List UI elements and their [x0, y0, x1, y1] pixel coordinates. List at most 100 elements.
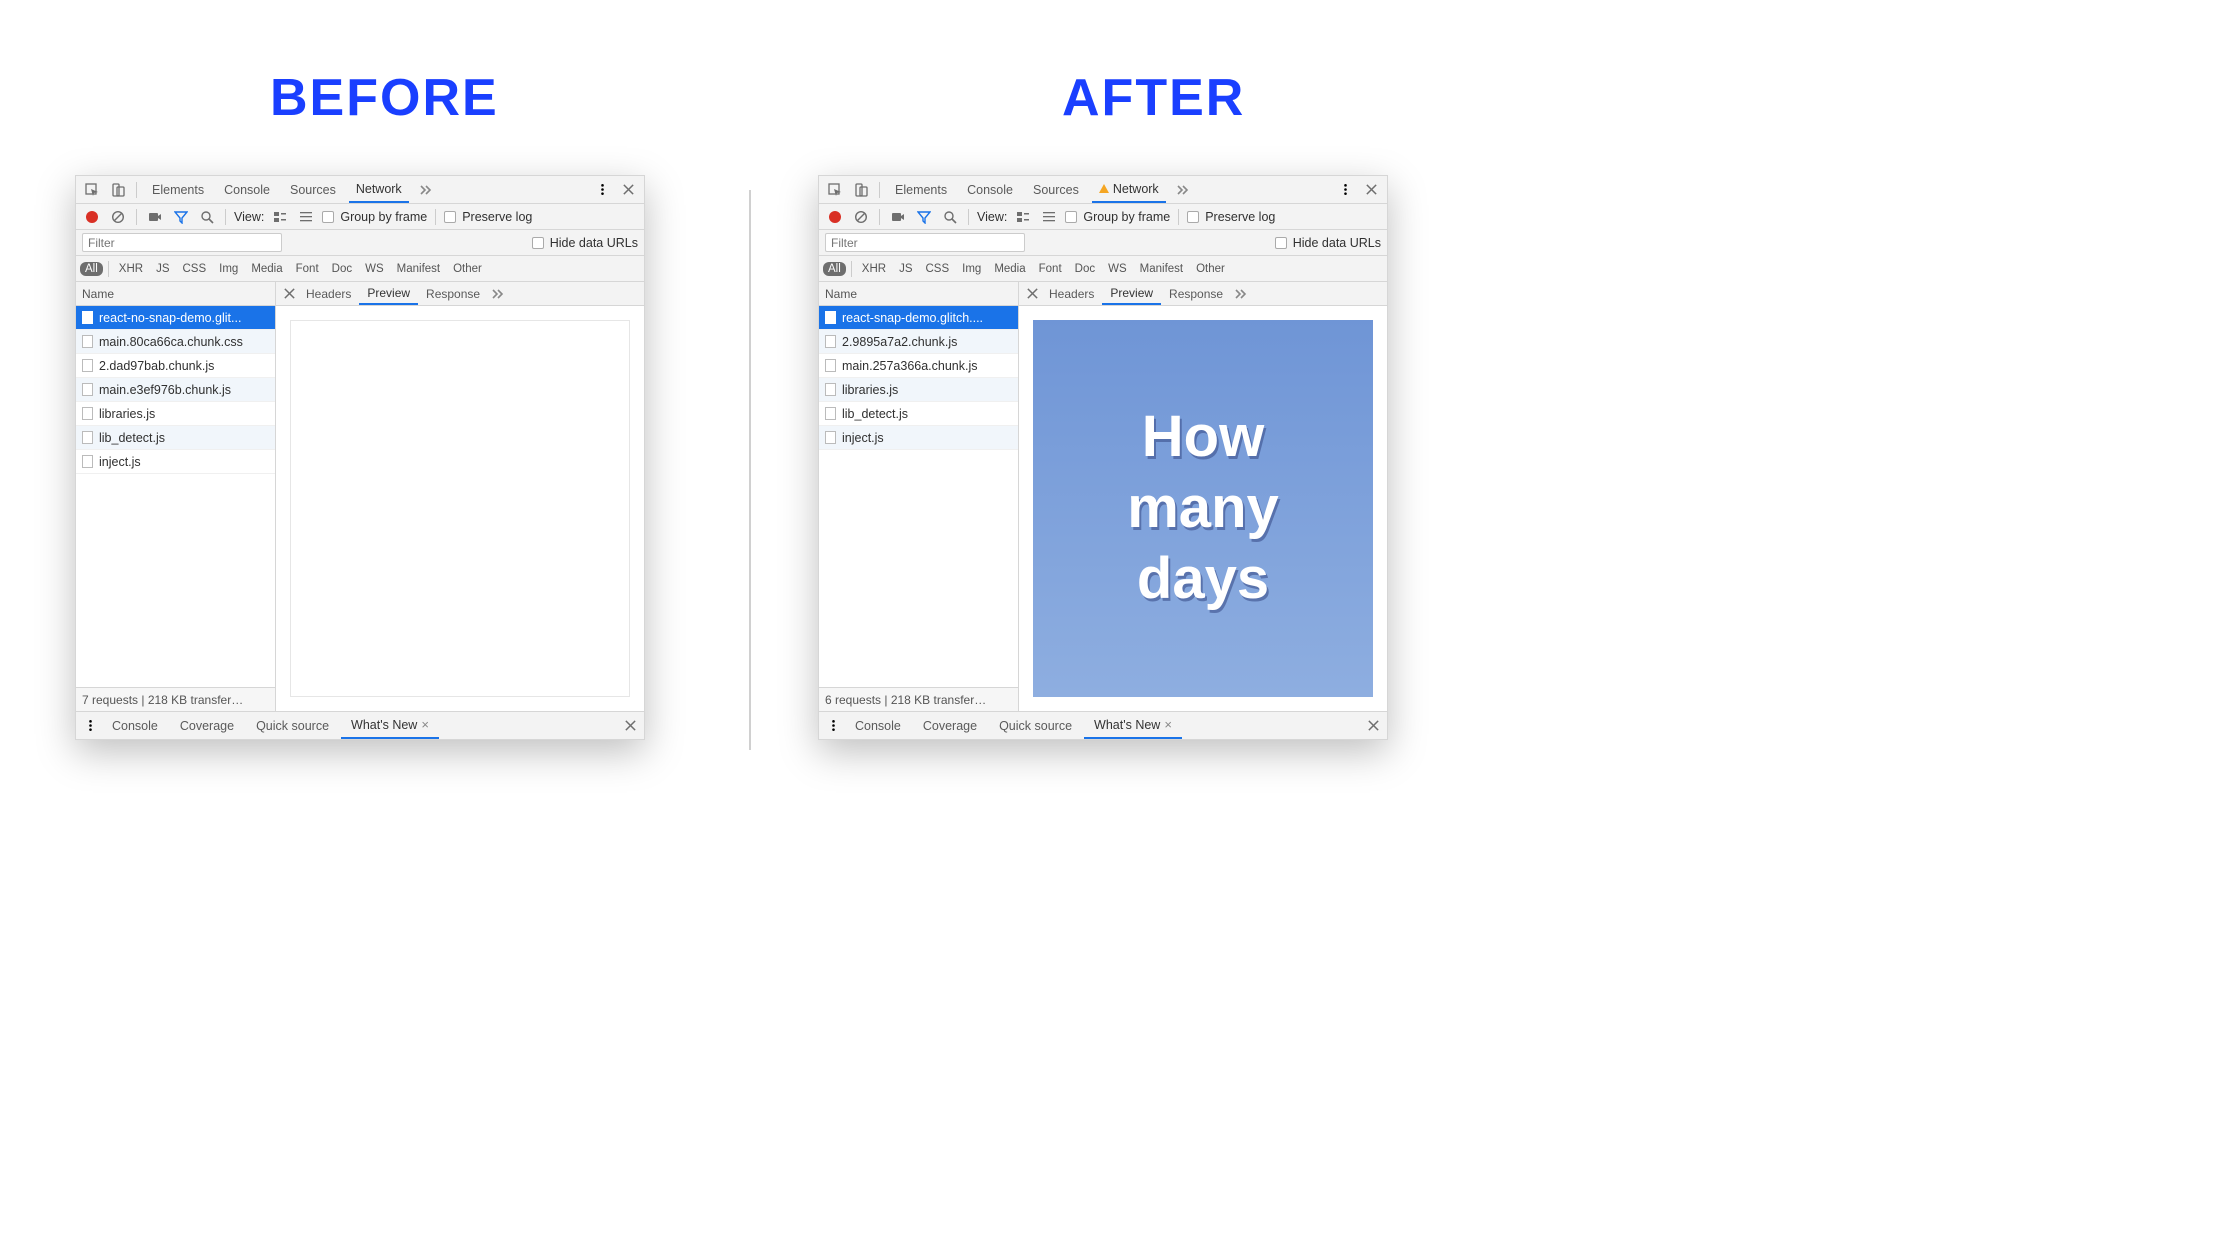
request-row[interactable]: main.e3ef976b.chunk.js: [76, 378, 275, 402]
settings-menu-icon[interactable]: [592, 180, 612, 200]
request-row[interactable]: main.80ca66ca.chunk.css: [76, 330, 275, 354]
type-filter-img[interactable]: Img: [957, 262, 986, 276]
type-filter-js[interactable]: JS: [894, 262, 917, 276]
type-filter-img[interactable]: Img: [214, 262, 243, 276]
type-filter-manifest[interactable]: Manifest: [392, 262, 445, 276]
devtools-tab-console[interactable]: Console: [960, 176, 1020, 203]
detail-tab-preview[interactable]: Preview: [359, 282, 418, 305]
request-row[interactable]: inject.js: [76, 450, 275, 474]
type-filter-font[interactable]: Font: [291, 262, 324, 276]
request-row[interactable]: lib_detect.js: [76, 426, 275, 450]
type-filter-doc[interactable]: Doc: [1070, 262, 1100, 276]
type-filter-xhr[interactable]: XHR: [857, 262, 891, 276]
close-detail-icon[interactable]: [1023, 284, 1041, 304]
drawer-tab-console[interactable]: Console: [102, 712, 168, 739]
close-devtools-icon[interactable]: [618, 180, 638, 200]
search-icon[interactable]: [940, 207, 960, 227]
record-button[interactable]: [825, 207, 845, 227]
type-filter-js[interactable]: JS: [151, 262, 174, 276]
small-rows-icon[interactable]: [1039, 207, 1059, 227]
type-filter-all[interactable]: All: [823, 262, 846, 276]
preserve-log-checkbox[interactable]: [1187, 211, 1199, 223]
large-rows-icon[interactable]: [1013, 207, 1033, 227]
close-drawer-icon[interactable]: [1363, 716, 1383, 736]
drawer-tab-what-s-new[interactable]: What's New×: [341, 712, 439, 739]
drawer-menu-icon[interactable]: [80, 716, 100, 736]
screenshot-icon[interactable]: [145, 207, 165, 227]
settings-menu-icon[interactable]: [1335, 180, 1355, 200]
close-detail-icon[interactable]: [280, 284, 298, 304]
drawer-tab-quick-source[interactable]: Quick source: [989, 712, 1082, 739]
detail-tab-headers[interactable]: Headers: [298, 282, 359, 305]
drawer-menu-icon[interactable]: [823, 716, 843, 736]
large-rows-icon[interactable]: [270, 207, 290, 227]
detail-tab-headers[interactable]: Headers: [1041, 282, 1102, 305]
type-filter-doc[interactable]: Doc: [327, 262, 357, 276]
request-row[interactable]: react-no-snap-demo.glit...: [76, 306, 275, 330]
detail-tab-response[interactable]: Response: [1161, 282, 1231, 305]
hide-data-urls-checkbox[interactable]: [1275, 237, 1287, 249]
name-column-header[interactable]: Name: [819, 282, 1018, 306]
close-devtools-icon[interactable]: [1361, 180, 1381, 200]
hide-data-urls-checkbox[interactable]: [532, 237, 544, 249]
request-row[interactable]: react-snap-demo.glitch....: [819, 306, 1018, 330]
device-toggle-icon[interactable]: [851, 180, 871, 200]
type-filter-ws[interactable]: WS: [360, 262, 389, 276]
group-by-frame-checkbox[interactable]: [1065, 211, 1077, 223]
type-filter-other[interactable]: Other: [1191, 262, 1230, 276]
devtools-tab-sources[interactable]: Sources: [283, 176, 343, 203]
drawer-tab-coverage[interactable]: Coverage: [170, 712, 244, 739]
record-button[interactable]: [82, 207, 102, 227]
type-filter-other[interactable]: Other: [448, 262, 487, 276]
request-row[interactable]: 2.9895a7a2.chunk.js: [819, 330, 1018, 354]
request-row[interactable]: lib_detect.js: [819, 402, 1018, 426]
filter-input[interactable]: [82, 233, 282, 252]
group-by-frame-checkbox[interactable]: [322, 211, 334, 223]
more-detail-tabs-icon[interactable]: [1231, 284, 1249, 304]
drawer-tab-console[interactable]: Console: [845, 712, 911, 739]
small-rows-icon[interactable]: [296, 207, 316, 227]
drawer-tab-quick-source[interactable]: Quick source: [246, 712, 339, 739]
close-tab-icon[interactable]: ×: [1164, 717, 1172, 732]
close-drawer-icon[interactable]: [620, 716, 640, 736]
close-tab-icon[interactable]: ×: [421, 717, 429, 732]
screenshot-icon[interactable]: [888, 207, 908, 227]
drawer-tab-what-s-new[interactable]: What's New×: [1084, 712, 1182, 739]
filter-input[interactable]: [825, 233, 1025, 252]
inspect-icon[interactable]: [82, 180, 102, 200]
type-filter-font[interactable]: Font: [1034, 262, 1067, 276]
device-toggle-icon[interactable]: [108, 180, 128, 200]
devtools-tab-elements[interactable]: Elements: [145, 176, 211, 203]
type-filter-manifest[interactable]: Manifest: [1135, 262, 1188, 276]
detail-tab-response[interactable]: Response: [418, 282, 488, 305]
type-filter-xhr[interactable]: XHR: [114, 262, 148, 276]
request-row[interactable]: libraries.js: [819, 378, 1018, 402]
detail-tab-preview[interactable]: Preview: [1102, 282, 1161, 305]
clear-button[interactable]: [851, 207, 871, 227]
more-tabs-icon[interactable]: [1172, 180, 1192, 200]
name-column-header[interactable]: Name: [76, 282, 275, 306]
type-filter-all[interactable]: All: [80, 262, 103, 276]
type-filter-css[interactable]: CSS: [177, 262, 211, 276]
request-row[interactable]: inject.js: [819, 426, 1018, 450]
filter-toggle-icon[interactable]: [171, 207, 191, 227]
more-detail-tabs-icon[interactable]: [488, 284, 506, 304]
request-row[interactable]: 2.dad97bab.chunk.js: [76, 354, 275, 378]
request-row[interactable]: main.257a366a.chunk.js: [819, 354, 1018, 378]
type-filter-css[interactable]: CSS: [920, 262, 954, 276]
devtools-tab-network[interactable]: Network: [1092, 176, 1166, 203]
request-row[interactable]: libraries.js: [76, 402, 275, 426]
preserve-log-checkbox[interactable]: [444, 211, 456, 223]
devtools-tab-network[interactable]: Network: [349, 176, 409, 203]
devtools-tab-elements[interactable]: Elements: [888, 176, 954, 203]
devtools-tab-sources[interactable]: Sources: [1026, 176, 1086, 203]
filter-toggle-icon[interactable]: [914, 207, 934, 227]
more-tabs-icon[interactable]: [415, 180, 435, 200]
clear-button[interactable]: [108, 207, 128, 227]
type-filter-media[interactable]: Media: [246, 262, 287, 276]
search-icon[interactable]: [197, 207, 217, 227]
drawer-tab-coverage[interactable]: Coverage: [913, 712, 987, 739]
type-filter-media[interactable]: Media: [989, 262, 1030, 276]
type-filter-ws[interactable]: WS: [1103, 262, 1132, 276]
inspect-icon[interactable]: [825, 180, 845, 200]
